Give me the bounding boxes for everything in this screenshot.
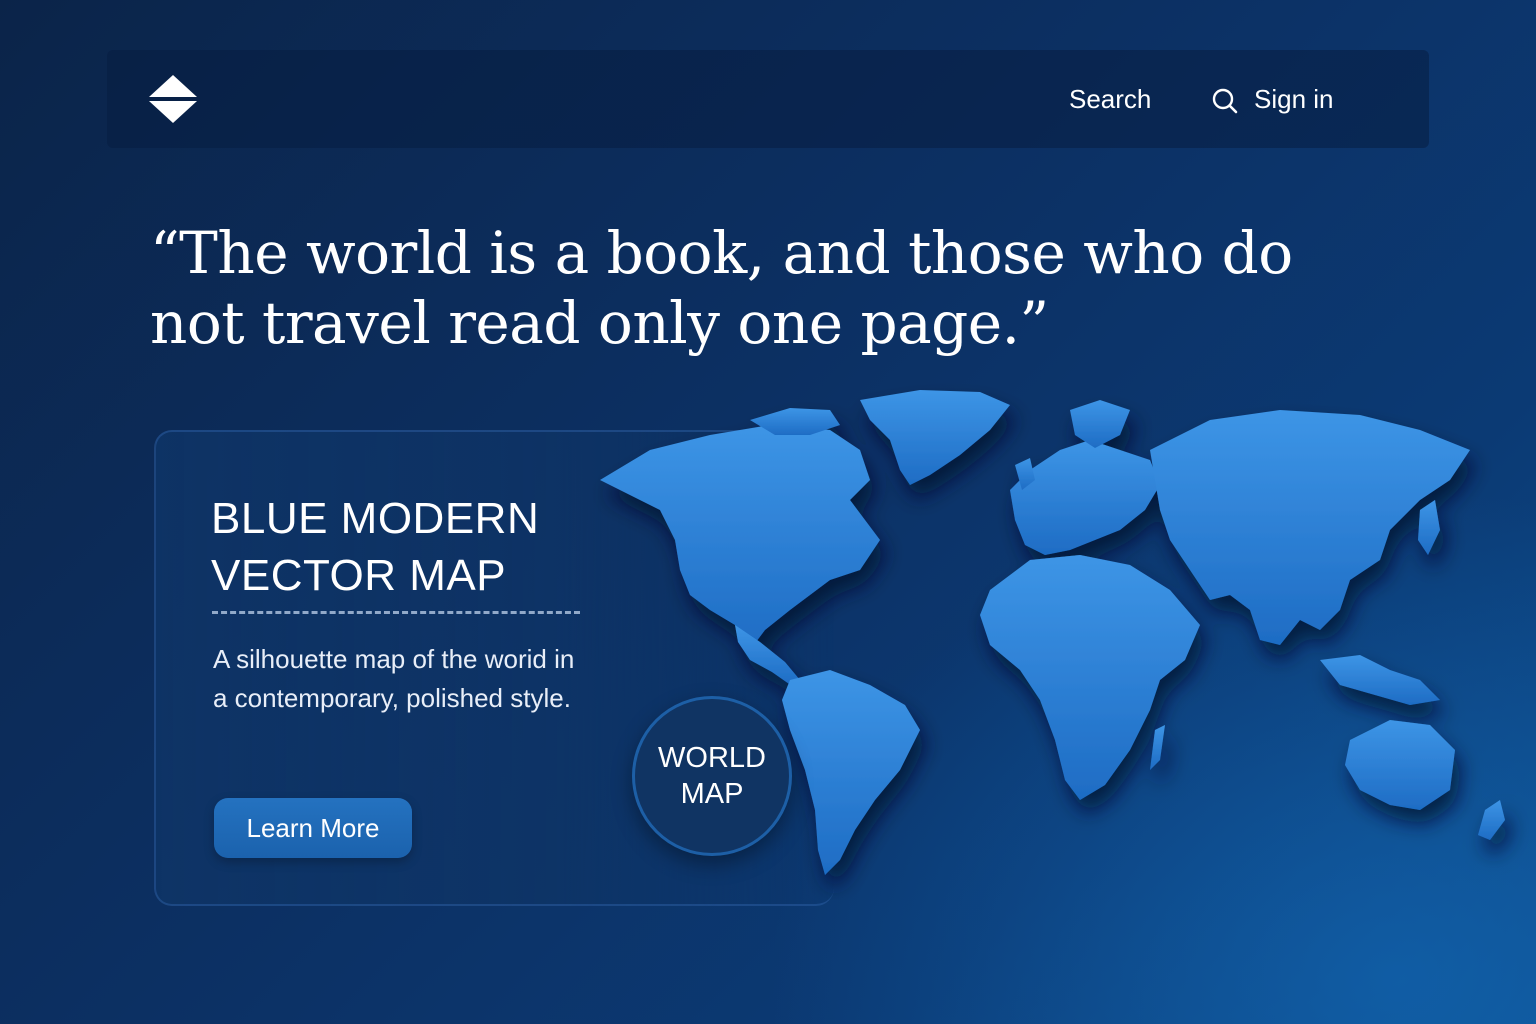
north-america-shape [600,425,880,650]
learn-more-button[interactable]: Learn More [214,798,412,858]
diamond-logo-icon[interactable] [147,73,199,125]
central-america-shape [735,625,800,686]
card-title: BLUE MODERN VECTOR MAP [211,494,540,600]
world-map-badge: WORLD MAP [632,696,792,856]
australia-shape [1345,720,1455,810]
africa-shape [980,555,1200,800]
hero-quote: “The world is a book, and those who do n… [150,219,1293,357]
south-america-shape [782,670,920,875]
dashed-divider [212,611,580,614]
new-zealand-shape [1478,800,1505,840]
greenland-shape [860,390,1010,485]
badge-line-2: MAP [680,778,744,810]
card-description: A silhouette map of the worid in a conte… [213,644,575,713]
europe-shape [1010,440,1160,555]
sign-in-link[interactable]: Sign in [1254,83,1334,115]
scandinavia-shape [1070,400,1130,448]
southeast-asia-islands-shape [1320,655,1440,705]
top-navigation-bar: Search Sign in [107,50,1429,148]
japan-shape [1418,500,1440,555]
search-link[interactable]: Search [1069,83,1151,115]
search-icon[interactable] [1211,87,1239,115]
madagascar-shape [1150,725,1165,770]
badge-line-1: WORLD [658,742,766,774]
